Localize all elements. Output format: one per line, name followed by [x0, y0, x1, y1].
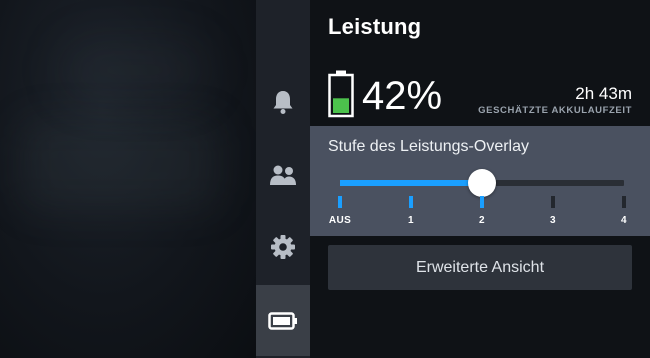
slider-tick-mark[interactable] [622, 196, 626, 208]
slider-tick-mark[interactable] [480, 196, 484, 208]
bell-icon [273, 91, 293, 114]
slider-fill [340, 180, 482, 186]
performance-overlay-section: Stufe des Leistungs-Overlay AUS 1 2 3 4 [310, 126, 650, 236]
slider-tick-mark[interactable] [551, 196, 555, 208]
performance-tab[interactable] [256, 285, 310, 356]
battery-level-icon [328, 70, 354, 118]
battery-icon [268, 311, 297, 330]
battery-time-caption: GESCHÄTZTE AKKULAUFZEIT [478, 105, 632, 116]
friends-tab[interactable] [256, 140, 310, 210]
slider-thumb[interactable] [468, 169, 496, 197]
overlay-level-slider[interactable] [340, 169, 624, 197]
friends-icon [270, 165, 296, 185]
slider-tick-mark[interactable] [409, 196, 413, 208]
settings-tab[interactable] [256, 212, 310, 282]
gear-icon [271, 235, 295, 259]
slider-tick-label: 4 [621, 215, 627, 226]
slider-tick-label: 3 [550, 215, 556, 226]
slider-tick-label: AUS [328, 215, 352, 226]
performance-panel: Leistung 42% 2h 43m GESCHÄTZTE AKKULAUFZ… [310, 0, 650, 358]
quick-access-rail [256, 0, 310, 358]
notifications-tab[interactable] [256, 67, 310, 137]
panel-title: Leistung [328, 14, 422, 39]
battery-percentage: 42% [362, 74, 443, 118]
slider-tick-label: 1 [408, 215, 414, 226]
slider-tick-mark[interactable] [338, 196, 342, 208]
battery-fill [333, 98, 349, 113]
overlay-level-label: Stufe des Leistungs-Overlay [328, 138, 529, 155]
advanced-view-button[interactable]: Erweiterte Ansicht [328, 245, 632, 290]
battery-time-remaining: 2h 43m [575, 84, 632, 103]
slider-tick-label: 2 [479, 215, 485, 226]
game-background [0, 0, 256, 358]
